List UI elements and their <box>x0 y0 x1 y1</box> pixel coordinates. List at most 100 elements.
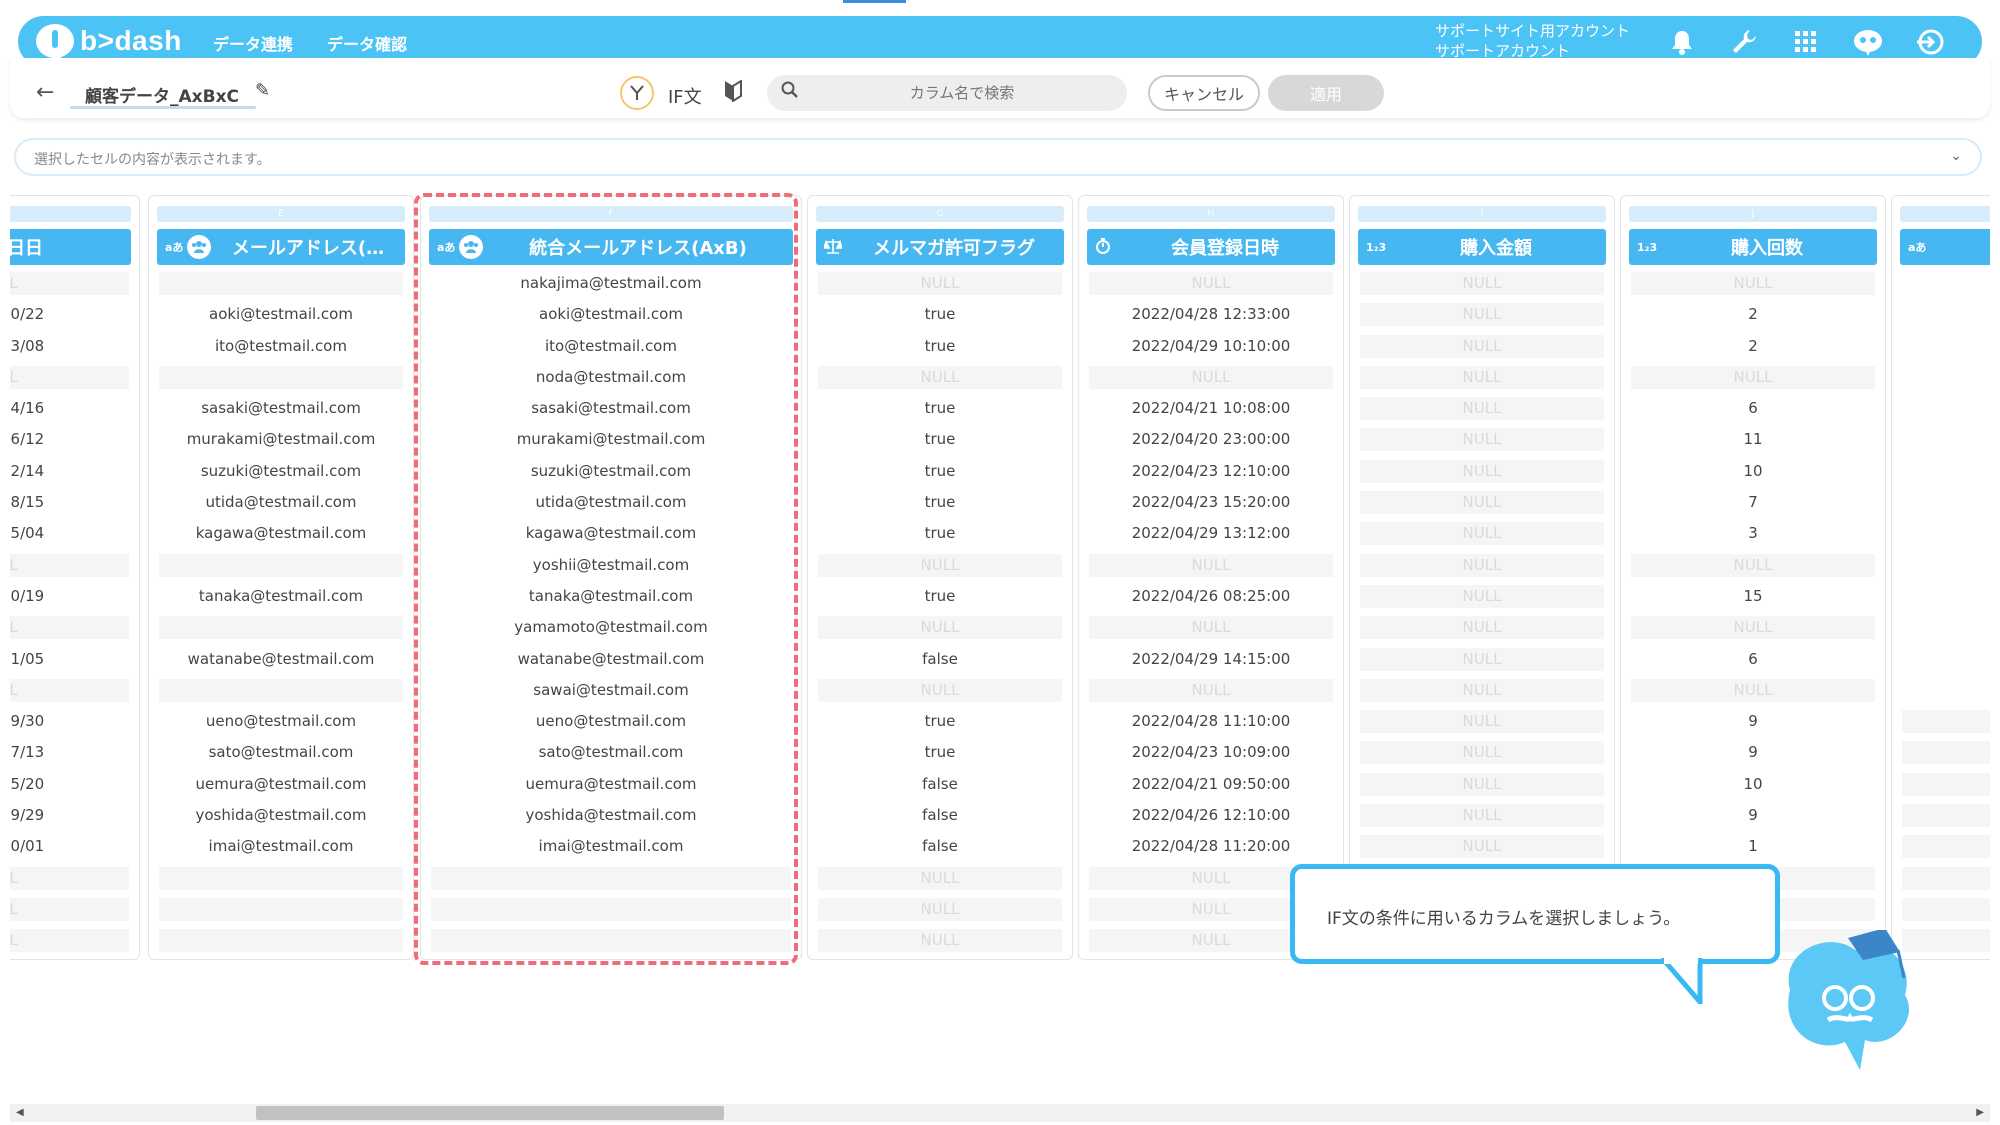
table-cell[interactable]: LL <box>10 678 129 702</box>
table-cell[interactable]: true <box>818 522 1062 545</box>
table-cell[interactable]: NULL <box>1089 365 1333 389</box>
table-cell[interactable]: ueno@testmail.com <box>431 710 791 733</box>
table-cell[interactable]: true <box>818 428 1062 451</box>
table-cell[interactable]: yoshida@testmail.com <box>159 804 403 827</box>
table-cell[interactable]: NULL <box>1360 616 1604 640</box>
table-cell[interactable]: 6 <box>1631 648 1875 671</box>
apps-grid-icon[interactable] <box>1788 24 1824 60</box>
table-cell[interactable] <box>1902 897 1990 921</box>
chevron-down-icon[interactable]: ⌄ <box>1950 148 1962 164</box>
table-cell[interactable]: 10 <box>1631 460 1875 483</box>
table-cell[interactable]: murakami@testmail.com <box>159 428 403 451</box>
table-cell[interactable]: tanaka@testmail.com <box>431 585 791 608</box>
table-cell[interactable]: NULL <box>1360 365 1604 389</box>
table-cell[interactable]: 2022/04/21 10:08:00 <box>1089 397 1333 420</box>
table-cell[interactable]: yamamoto@testmail.com <box>431 616 791 639</box>
table-cell[interactable]: NULL <box>818 272 1062 295</box>
table-cell[interactable]: 2022/04/29 14:15:00 <box>1089 648 1333 671</box>
table-cell[interactable]: LL <box>10 897 129 921</box>
search-input[interactable] <box>807 75 1117 111</box>
table-cell[interactable]: uemura@testmail.com <box>159 773 403 796</box>
table-cell[interactable]: 9 <box>1631 710 1875 733</box>
account-info[interactable]: サポートサイト用アカウント サポートアカウント <box>1435 21 1630 61</box>
table-cell[interactable]: 9 <box>1631 804 1875 827</box>
column-header[interactable]: aあ 統合メールアドレス(AxB) <box>429 229 793 265</box>
table-cell[interactable]: NULL <box>1631 678 1875 702</box>
table-cell[interactable]: NULL <box>1360 741 1604 765</box>
table-cell[interactable]: true <box>818 741 1062 764</box>
table-cell[interactable] <box>159 553 403 577</box>
table-cell[interactable]: ito@testmail.com <box>159 335 403 358</box>
wrench-icon[interactable] <box>1726 24 1762 60</box>
table-cell[interactable]: false <box>818 804 1062 827</box>
table-cell[interactable]: sasaki@testmail.com <box>159 397 403 420</box>
table-cell[interactable]: tanaka@testmail.com <box>159 585 403 608</box>
logout-icon[interactable] <box>1912 24 1948 60</box>
table-cell[interactable]: B <box>1902 460 1990 483</box>
table-cell[interactable]: NULL <box>1089 616 1333 640</box>
table-cell[interactable] <box>159 616 403 640</box>
table-cell[interactable]: watanabe@testmail.com <box>159 648 403 671</box>
table-cell[interactable]: LL <box>10 616 129 640</box>
table-cell[interactable]: LL <box>10 866 129 890</box>
table-cell[interactable]: NULL <box>1360 272 1604 295</box>
table-cell[interactable]: true <box>818 303 1062 326</box>
table-cell[interactable]: 11/05 <box>10 648 129 671</box>
table-cell[interactable]: NULL <box>1631 272 1875 295</box>
table-cell[interactable] <box>1902 741 1990 765</box>
table-cell[interactable]: 12/14 <box>10 460 129 483</box>
table-cell[interactable]: watanabe@testmail.com <box>431 648 791 671</box>
beginner-mark-icon[interactable] <box>724 79 742 107</box>
table-cell[interactable]: LL <box>10 929 129 953</box>
table-cell[interactable]: 07/13 <box>10 741 129 764</box>
table-cell[interactable]: NULL <box>818 866 1062 890</box>
table-cell[interactable] <box>159 365 403 389</box>
table-cell[interactable]: aoki@testmail.com <box>159 303 403 326</box>
table-cell[interactable]: NULL <box>1631 616 1875 640</box>
table-cell[interactable]: murakami@testmail.com <box>431 428 791 451</box>
table-cell[interactable]: NULL <box>818 616 1062 640</box>
table-cell[interactable]: yoshii@testmail.com <box>431 554 791 577</box>
table-cell[interactable]: true <box>818 397 1062 420</box>
table-cell[interactable]: 10/19 <box>10 585 129 608</box>
table-cell[interactable]: LL <box>10 553 129 577</box>
table-cell[interactable]: NULL <box>1631 365 1875 389</box>
table-cell[interactable]: 04/16 <box>10 397 129 420</box>
table-cell[interactable]: 2022/04/29 13:12:00 <box>1089 522 1333 545</box>
table-cell[interactable]: 2022/04/28 11:10:00 <box>1089 710 1333 733</box>
table-cell[interactable]: nakajima@testmail.com <box>431 272 791 295</box>
table-cell[interactable]: 6 <box>1631 397 1875 420</box>
table-cell[interactable]: B <box>1902 303 1990 326</box>
table-cell[interactable]: true <box>818 460 1062 483</box>
table-cell[interactable]: NULL <box>818 897 1062 921</box>
bell-icon[interactable] <box>1664 24 1700 60</box>
table-cell[interactable]: NULL <box>1631 553 1875 577</box>
table-cell[interactable]: 2022/04/26 08:25:00 <box>1089 585 1333 608</box>
table-cell[interactable]: sasaki@testmail.com <box>431 397 791 420</box>
table-cell[interactable]: 7 <box>1631 491 1875 514</box>
table-cell[interactable]: B <box>1902 428 1990 451</box>
column-header[interactable]: 会員登録日時 <box>1087 229 1335 265</box>
table-cell[interactable]: NULL <box>1360 710 1604 734</box>
table-cell[interactable] <box>159 929 403 953</box>
column-header[interactable]: 1₂3 購入回数 <box>1629 229 1877 265</box>
table-cell[interactable]: NULL <box>1360 522 1604 546</box>
table-cell[interactable]: B <box>1902 648 1990 671</box>
table-cell[interactable]: 15 <box>1631 585 1875 608</box>
table-cell[interactable]: B <box>1902 554 1990 577</box>
table-cell[interactable]: NULL <box>818 365 1062 389</box>
table-cell[interactable]: false <box>818 835 1062 858</box>
table-cell[interactable]: 05/04 <box>10 522 129 545</box>
table-cell[interactable]: 09/29 <box>10 804 129 827</box>
table-cell[interactable]: NULL <box>1360 647 1604 671</box>
table-cell[interactable]: 2 <box>1631 303 1875 326</box>
table-cell[interactable]: B <box>1902 679 1990 702</box>
edit-pencil-icon[interactable]: ✎ <box>255 80 270 101</box>
table-cell[interactable]: 2022/04/23 15:20:00 <box>1089 491 1333 514</box>
table-cell[interactable]: B <box>1902 397 1990 420</box>
table-cell[interactable]: noda@testmail.com <box>431 366 791 389</box>
horizontal-scrollbar[interactable]: ◀ ▶ <box>10 1104 1990 1122</box>
table-cell[interactable]: imai@testmail.com <box>159 835 403 858</box>
table-cell[interactable]: false <box>818 648 1062 671</box>
table-cell[interactable]: uemura@testmail.com <box>431 773 791 796</box>
